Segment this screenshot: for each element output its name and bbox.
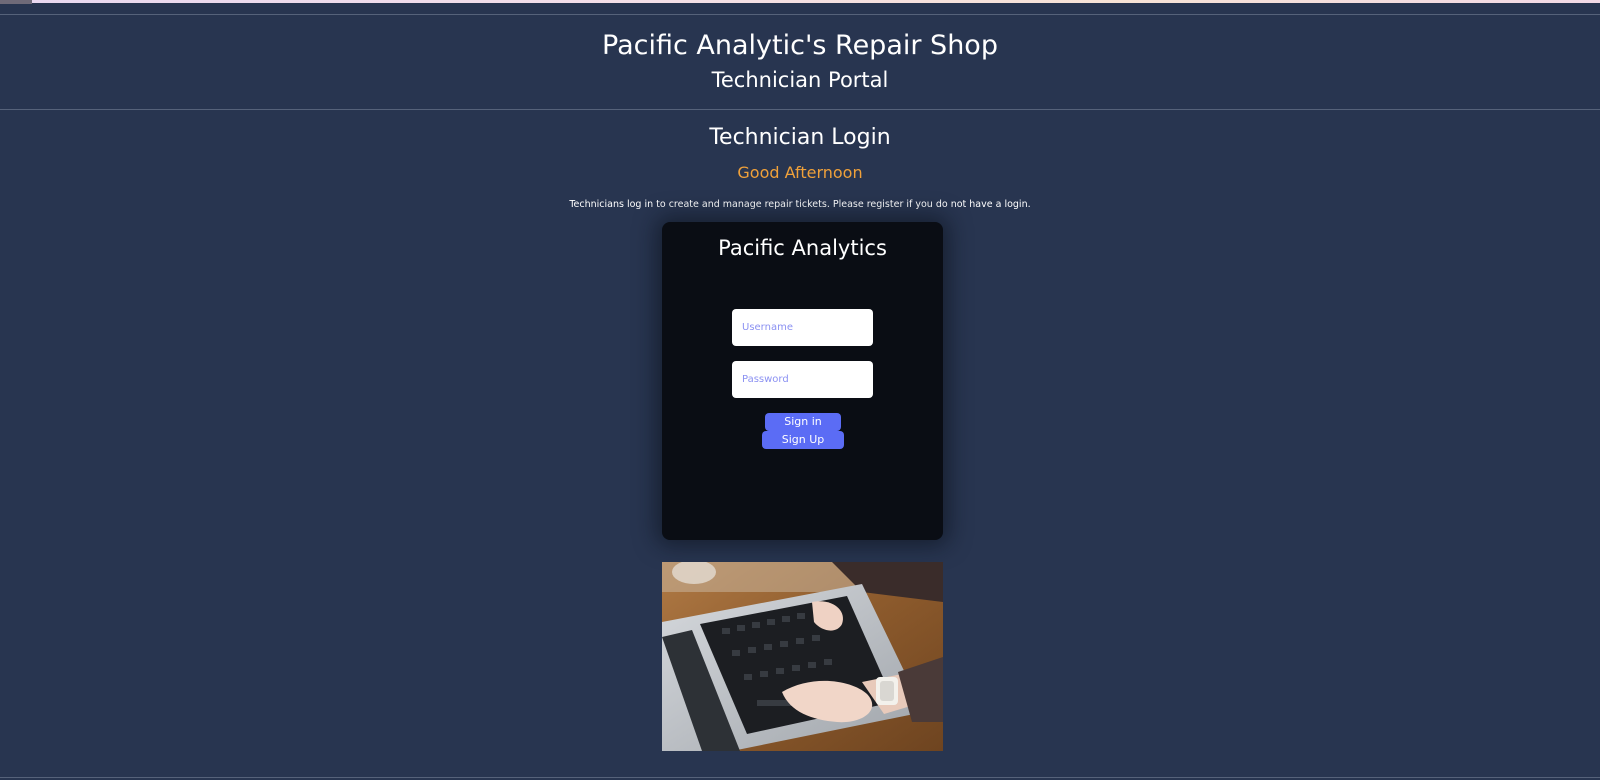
- sign-up-button[interactable]: Sign Up: [762, 431, 844, 449]
- browser-tab-indicator: [0, 0, 32, 4]
- laptop-photo: [662, 562, 943, 751]
- portal-title: Technician Portal: [711, 68, 889, 92]
- username-input[interactable]: [732, 309, 873, 346]
- site-header: Pacific Analytic's Repair Shop Technicia…: [0, 14, 1600, 110]
- shop-title: Pacific Analytic's Repair Shop: [602, 30, 998, 61]
- browser-top-strip: [0, 0, 1600, 4]
- intro-text: Technicians log in to create and manage …: [569, 199, 1031, 210]
- login-card: Pacific Analytics Sign in Sign Up: [662, 222, 943, 540]
- greeting-text: Good Afternoon: [737, 163, 863, 182]
- sign-in-button[interactable]: Sign in: [765, 413, 841, 431]
- card-brand-title: Pacific Analytics: [718, 236, 887, 260]
- password-input[interactable]: [732, 361, 873, 398]
- login-heading: Technician Login: [709, 125, 891, 150]
- footer-divider: [0, 777, 1600, 778]
